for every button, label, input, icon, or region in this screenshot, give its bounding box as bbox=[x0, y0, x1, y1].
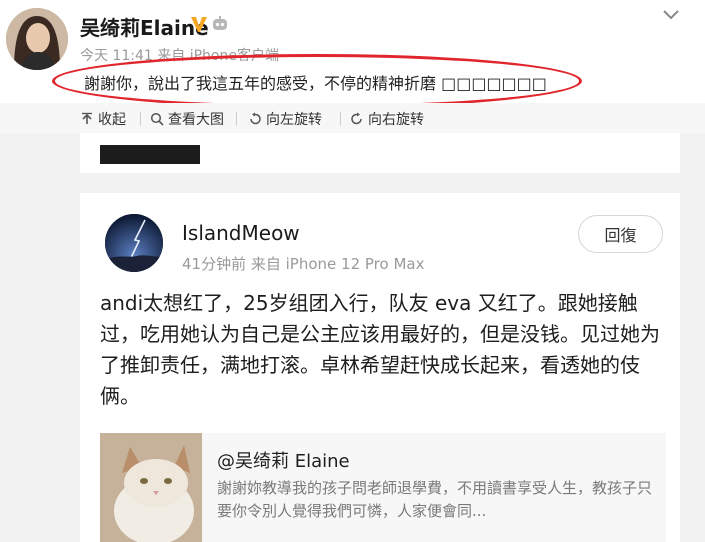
post-text: 謝謝你，說出了我這五年的感受，不停的精神折磨 □□□□□□□ bbox=[84, 74, 547, 93]
quoted-text: 謝謝妳教導我的孩子問老師退學費，不用讀書享受人生，教孩子只要你令別人覺得我們可憐… bbox=[217, 479, 653, 520]
rotate-right-label: 向右旋转 bbox=[368, 112, 424, 128]
view-large-label: 查看大图 bbox=[168, 112, 224, 128]
collapse-icon bbox=[82, 112, 92, 124]
commenter-avatar[interactable] bbox=[105, 214, 163, 272]
collapse-button[interactable]: 收起 bbox=[80, 109, 126, 129]
underlying-post-fragment bbox=[80, 133, 680, 173]
toolbar-divider bbox=[340, 112, 341, 126]
author-avatar[interactable] bbox=[6, 8, 68, 70]
comment-text: andi太想红了，25岁组团入行，队友 eva 又红了。跟她接触过，吃用她认为自… bbox=[100, 291, 660, 408]
quoted-post-thumbnail bbox=[100, 433, 202, 542]
rotate-right-button[interactable]: 向右旋转 bbox=[350, 109, 424, 129]
redaction-bar bbox=[100, 145, 200, 164]
verified-v-icon bbox=[191, 17, 207, 32]
comment-card: IslandMeow 41分钟前 来自 iPhone 12 Pro Max 回復… bbox=[80, 193, 680, 542]
quoted-post[interactable]: @吴绮莉 Elaine 謝謝妳教導我的孩子問老師退學費，不用讀書享受人生，教孩子… bbox=[100, 433, 666, 542]
view-large-button[interactable]: 查看大图 bbox=[150, 109, 224, 129]
quoted-author[interactable]: @吴绮莉 Elaine bbox=[217, 447, 350, 473]
collapse-label: 收起 bbox=[98, 112, 126, 128]
image-toolbar: 收起 查看大图 向左旋转 向右旋转 bbox=[0, 103, 705, 133]
rotate-left-icon bbox=[250, 112, 261, 125]
toolbar-divider bbox=[236, 112, 237, 126]
robot-icon bbox=[213, 16, 227, 30]
original-post-card: 吴绮莉Elaine 今天 11:41 来自 iPhone客户端 謝謝你，說出了我… bbox=[0, 0, 705, 108]
search-icon bbox=[150, 112, 164, 126]
reply-button[interactable]: 回復 bbox=[578, 215, 663, 253]
rotate-right-icon bbox=[351, 112, 362, 125]
rotate-left-label: 向左旋转 bbox=[266, 112, 322, 128]
comment-meta: 41分钟前 来自 iPhone 12 Pro Max bbox=[182, 255, 425, 273]
commenter-name[interactable]: IslandMeow bbox=[182, 221, 300, 245]
chevron-down-icon[interactable] bbox=[662, 8, 680, 22]
toolbar-divider bbox=[140, 112, 141, 126]
post-meta: 今天 11:41 来自 iPhone客户端 bbox=[80, 48, 279, 64]
rotate-left-button[interactable]: 向左旋转 bbox=[248, 109, 322, 129]
